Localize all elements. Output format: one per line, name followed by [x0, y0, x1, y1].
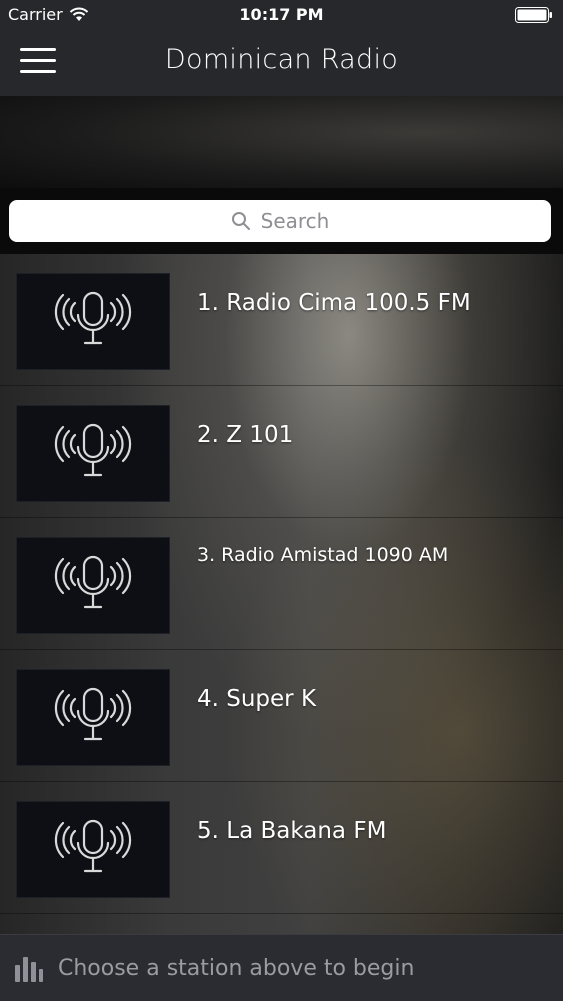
station-name: 4. Super K: [197, 686, 317, 712]
station-thumbnail: [16, 405, 170, 502]
station-name: 3. Radio Amistad 1090 AM: [197, 544, 449, 566]
station-name: 1. Radio Cima 100.5 FM: [197, 290, 471, 316]
microphone-broadcast-icon: [54, 291, 132, 344]
station-thumbnail: [16, 273, 170, 370]
player-status-message: Choose a station above to begin: [58, 955, 415, 981]
station-thumbnail: [16, 537, 170, 634]
station-row[interactable]: 2. Z 101: [0, 386, 563, 518]
station-row[interactable]: 1. Radio Cima 100.5 FM: [0, 254, 563, 386]
search-bar: Search: [0, 188, 563, 254]
search-input[interactable]: Search: [9, 200, 551, 242]
navigation-bar: Dominican Radio: [0, 30, 563, 96]
equalizer-icon: [15, 957, 43, 982]
battery-icon: [515, 7, 553, 27]
status-time: 10:17 PM: [239, 5, 324, 24]
microphone-broadcast-icon: [54, 555, 132, 608]
header-banner: [0, 96, 563, 188]
station-row[interactable]: 3. Radio Amistad 1090 AM: [0, 518, 563, 650]
station-row[interactable]: 5. La Bakana FM: [0, 782, 563, 914]
status-bar: Carrier 10:17 PM: [0, 0, 563, 30]
station-list: 1. Radio Cima 100.5 FM 2. Z 101 3. Radio…: [0, 254, 563, 934]
station-thumbnail: [16, 669, 170, 766]
station-thumbnail: [16, 801, 170, 898]
search-placeholder: Search: [260, 209, 330, 233]
station-name: 5. La Bakana FM: [197, 818, 387, 844]
station-name: 2. Z 101: [197, 422, 294, 448]
search-icon: [231, 212, 250, 230]
station-row[interactable]: 4. Super K: [0, 650, 563, 782]
page-title: Dominican Radio: [164, 44, 399, 75]
player-bar[interactable]: Choose a station above to begin: [0, 934, 563, 1001]
microphone-broadcast-icon: [54, 687, 132, 740]
microphone-broadcast-icon: [54, 423, 132, 476]
microphone-broadcast-icon: [54, 819, 132, 872]
